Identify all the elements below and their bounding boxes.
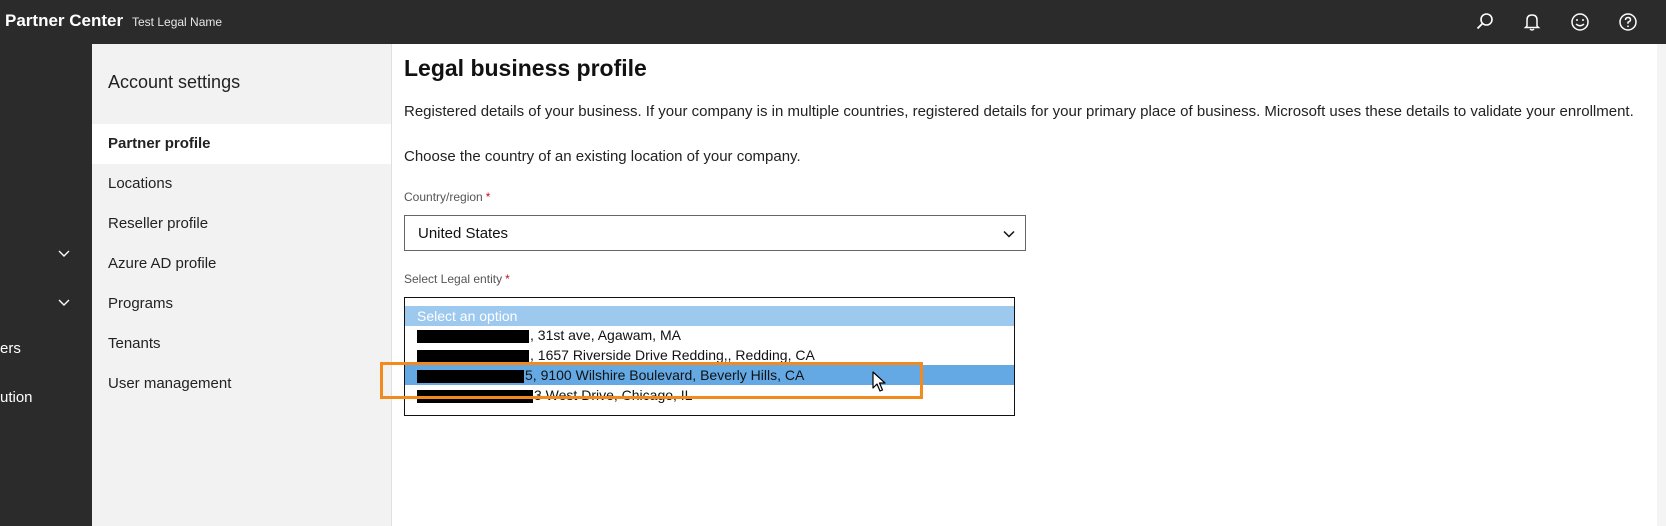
settings-item-partner-profile[interactable]: Partner profile <box>92 124 391 164</box>
country-region-label: Country/region * <box>404 190 490 204</box>
option-text: 3 West Drive, Chicago, IL <box>534 387 693 403</box>
top-bar: Partner Center Test Legal Name <box>0 0 1666 44</box>
tenant-name: Test Legal Name <box>132 15 223 29</box>
help-icon[interactable] <box>1617 11 1639 33</box>
redaction-bar <box>417 329 529 343</box>
country-region-value: United States <box>418 225 509 242</box>
choose-country-instruction: Choose the country of an existing locati… <box>404 148 801 165</box>
chevron-down-icon[interactable] <box>57 295 71 309</box>
settings-item-locations[interactable]: Locations <box>92 164 391 204</box>
legal-entity-option[interactable]: 3 West Drive, Chicago, IL <box>405 385 1014 405</box>
option-text: Select an option <box>417 308 518 324</box>
option-text: , 1657 Riverside Drive Redding,, Redding… <box>530 347 815 363</box>
left-nav-item[interactable]: ers <box>0 340 21 357</box>
legal-entity-option[interactable]: , 1657 Riverside Drive Redding,, Redding… <box>405 345 1014 365</box>
settings-item-programs[interactable]: Programs <box>92 284 391 324</box>
redaction-bar <box>417 349 529 363</box>
settings-item-tenants[interactable]: Tenants <box>92 324 391 364</box>
account-settings-panel: Account settings Partner profile Locatio… <box>92 44 392 526</box>
left-nav: ers ution <box>0 44 92 526</box>
notification-bell-icon[interactable] <box>1521 11 1543 33</box>
page-description: Registered details of your business. If … <box>404 103 1634 120</box>
left-nav-item[interactable]: ution <box>0 389 33 406</box>
main-content: Legal business profile Registered detail… <box>392 44 1657 526</box>
legal-entity-option-placeholder[interactable]: Select an option <box>405 306 1014 326</box>
redaction-bar <box>417 369 524 383</box>
settings-item-azure-ad-profile[interactable]: Azure AD profile <box>92 244 391 284</box>
account-settings-title: Account settings <box>108 72 241 92</box>
legal-entity-label-text: Select Legal entity <box>404 272 503 286</box>
legal-entity-option[interactable]: , 31st ave, Agawam, MA <box>405 325 1014 345</box>
mouse-pointer-icon <box>872 371 888 393</box>
country-region-label-text: Country/region <box>404 190 483 204</box>
legal-entity-label: Select Legal entity * <box>404 272 510 286</box>
chevron-down-icon <box>1001 226 1017 242</box>
settings-item-user-management[interactable]: User management <box>92 364 391 404</box>
legal-entity-option-selected[interactable]: 5, 9100 Wilshire Boulevard, Beverly Hill… <box>405 365 1014 385</box>
feedback-smiley-icon[interactable] <box>1569 11 1591 33</box>
option-text: 5, 9100 Wilshire Boulevard, Beverly Hill… <box>525 367 805 383</box>
option-text: , 31st ave, Agawam, MA <box>530 327 681 343</box>
redaction-bar <box>417 389 533 403</box>
search-icon[interactable] <box>1474 11 1496 33</box>
chevron-down-icon[interactable] <box>57 246 71 260</box>
country-region-select[interactable]: United States <box>404 215 1026 251</box>
app-title[interactable]: Partner Center <box>5 11 123 31</box>
required-mark: * <box>505 272 510 286</box>
scrollbar[interactable] <box>1657 44 1666 526</box>
settings-item-reseller-profile[interactable]: Reseller profile <box>92 204 391 244</box>
required-mark: * <box>485 190 491 204</box>
page-title: Legal business profile <box>404 55 647 81</box>
legal-entity-listbox[interactable]: Select an option , 31st ave, Agawam, MA … <box>404 297 1015 416</box>
